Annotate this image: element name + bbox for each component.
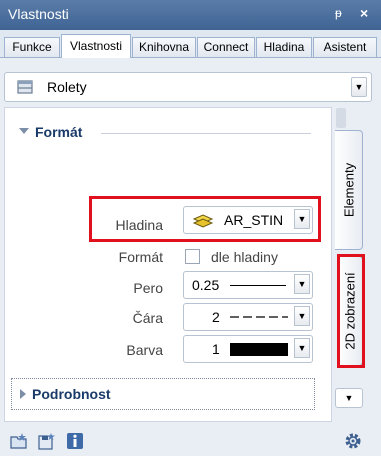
chevron-down-icon[interactable]: ▼ [351, 77, 367, 97]
barva-select[interactable]: 1 ▼ [183, 335, 313, 363]
chevron-down-icon[interactable]: ▼ [294, 306, 310, 326]
chevron-down-icon[interactable]: ▼ [294, 338, 310, 358]
title-bar: Vlastnosti ᵽ × [0, 0, 381, 30]
barva-label: Barva [126, 342, 163, 358]
barva-value: 1 [212, 341, 220, 357]
object-selector-value: Rolety [47, 79, 87, 95]
scroll-down-button[interactable]: ▼ [335, 388, 363, 408]
info-icon[interactable] [66, 432, 84, 450]
pero-select[interactable]: 0.25 ▼ [183, 271, 313, 299]
format-section-title[interactable]: Formát [35, 124, 82, 140]
chevron-down-icon[interactable]: ▼ [294, 274, 310, 294]
tab-asistent[interactable]: Asistent [313, 37, 377, 57]
dle-hladiny-checkbox[interactable] [185, 249, 200, 264]
object-selector[interactable]: Rolety ▼ [4, 72, 372, 102]
highlight-box-hladina [89, 196, 321, 242]
format-label: Formát [118, 249, 163, 265]
window-icon [17, 80, 33, 94]
tab-hladina[interactable]: Hladina [256, 37, 312, 57]
settings-icon[interactable] [344, 432, 362, 450]
tab-vlastnosti[interactable]: Vlastnosti [61, 34, 131, 59]
cara-value: 2 [212, 309, 220, 325]
podrobnost-section[interactable]: Podrobnost [11, 378, 315, 410]
expand-triangle-icon[interactable] [20, 389, 26, 399]
color-swatch [230, 343, 288, 356]
pero-label: Pero [133, 280, 163, 296]
open-favorites-icon[interactable] [10, 432, 28, 450]
tab-connect[interactable]: Connect [197, 37, 255, 57]
scroll-up-button[interactable] [336, 108, 346, 128]
window-title: Vlastnosti [8, 6, 69, 22]
cara-label: Čára [132, 310, 163, 326]
save-favorites-icon[interactable] [38, 432, 56, 450]
section-divider [101, 133, 311, 134]
tab-bar: Funkce Vlastnosti Knihovna Connect Hladi… [0, 30, 381, 59]
cara-select[interactable]: 2 ▼ [183, 303, 313, 331]
podrobnost-title: Podrobnost [32, 386, 111, 402]
properties-content: Formát Hladina AR_STIN ▼ Formát dle hlad… [4, 107, 332, 422]
bottom-toolbar [0, 422, 381, 456]
dle-hladiny-label: dle hladiny [211, 249, 278, 265]
properties-panel: Rolety ▼ Formát Hladina AR_STIN ▼ Formát… [0, 58, 381, 456]
highlight-box-2d [337, 254, 365, 368]
collapse-triangle-icon[interactable] [19, 128, 29, 134]
side-tab-elementy-label: Elementy [341, 162, 356, 218]
tab-funkce[interactable]: Funkce [4, 37, 60, 57]
pen-preview-line [230, 285, 286, 286]
pero-value: 0.25 [192, 277, 220, 293]
side-tab-elementy[interactable]: Elementy [335, 130, 363, 250]
pin-icon[interactable]: ᵽ [335, 6, 342, 20]
line-style-preview [230, 316, 288, 318]
close-icon[interactable]: × [360, 5, 368, 21]
tab-knihovna[interactable]: Knihovna [132, 37, 196, 57]
